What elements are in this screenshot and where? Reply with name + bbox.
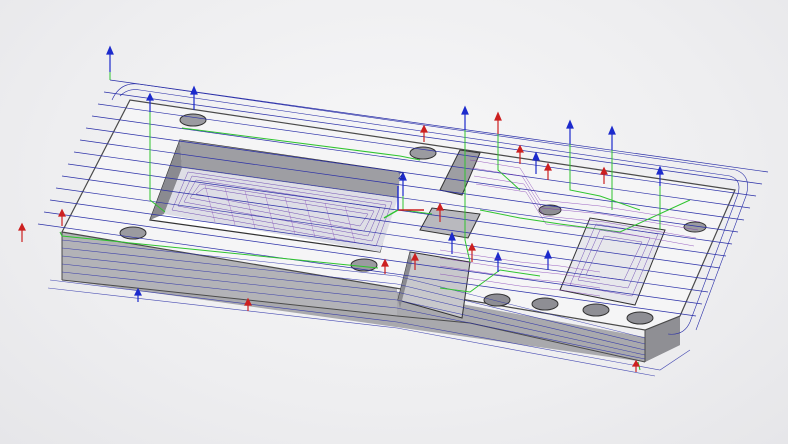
cam-3d-viewport[interactable]: Z: [0, 0, 788, 444]
toolpath-scene[interactable]: [0, 0, 788, 444]
view-axis-label: Z: [398, 172, 405, 182]
